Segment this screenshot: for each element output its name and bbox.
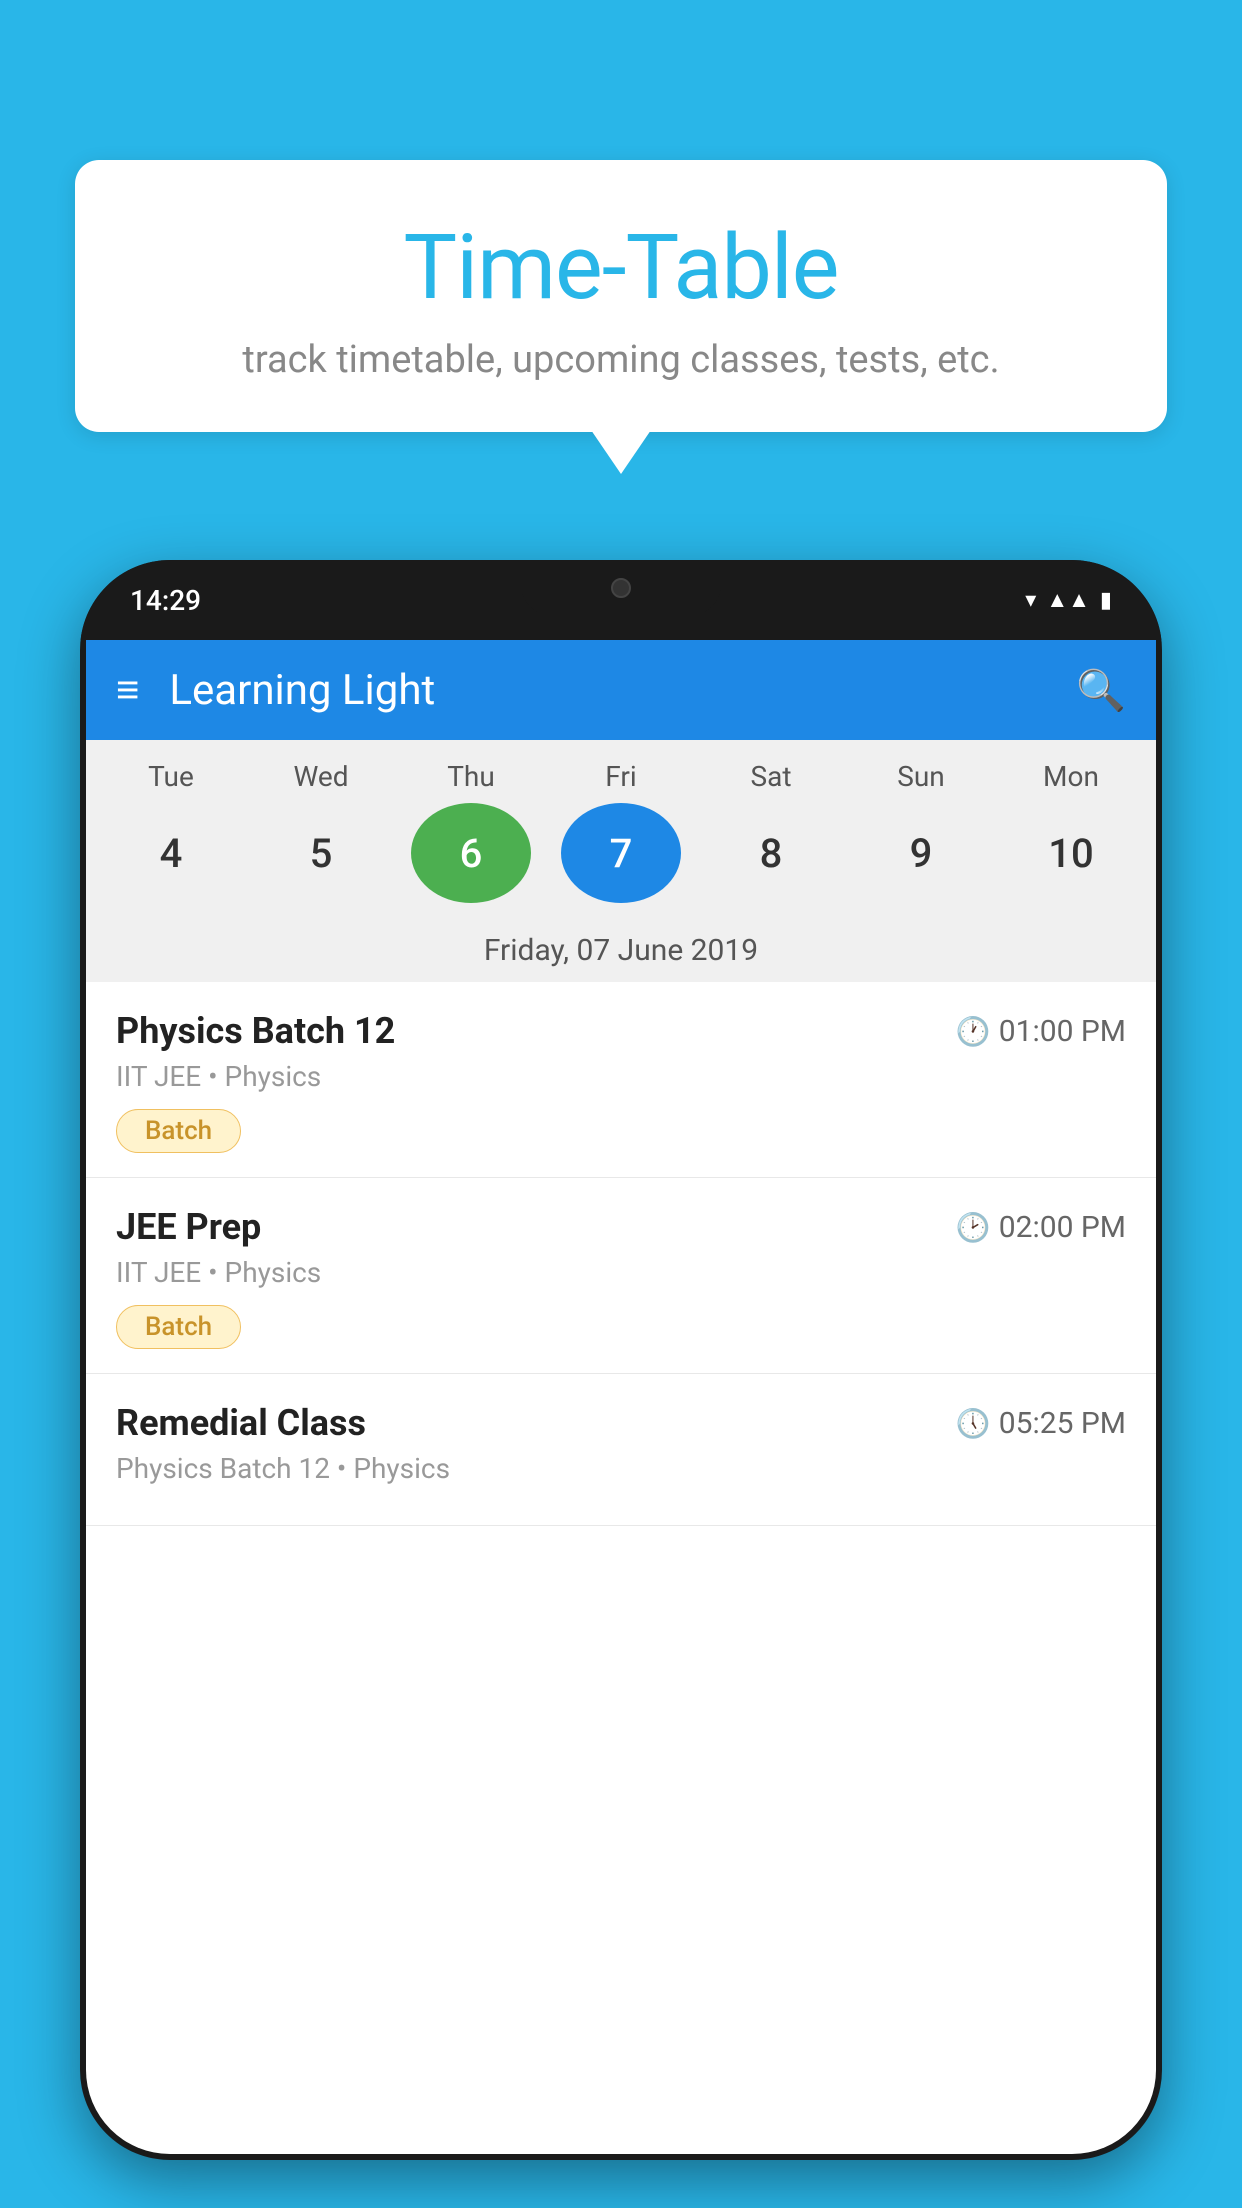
batch-tag-1: Batch — [116, 1109, 241, 1153]
schedule-item-2-title: JEE Prep — [116, 1206, 261, 1248]
app-title: Learning Light — [169, 666, 1076, 715]
schedule-list: Physics Batch 12 🕐 01:00 PM IIT JEE • Ph… — [86, 982, 1156, 1526]
clock-icon-2: 🕑 — [956, 1211, 991, 1244]
schedule-item-2-subtitle: IIT JEE • Physics — [116, 1256, 1126, 1289]
phone-notch — [521, 560, 721, 615]
day-7-selected[interactable]: 7 — [561, 803, 681, 903]
search-icon[interactable]: 🔍 — [1076, 667, 1126, 714]
clock-icon-1: 🕐 — [956, 1015, 991, 1048]
schedule-item-3[interactable]: Remedial Class 🕔 05:25 PM Physics Batch … — [86, 1374, 1156, 1526]
status-time: 14:29 — [130, 584, 201, 617]
day-5[interactable]: 5 — [261, 803, 381, 903]
day-label-thu: Thu — [411, 760, 531, 793]
bubble-subtitle: track timetable, upcoming classes, tests… — [115, 338, 1127, 382]
phone-screen: ≡ Learning Light 🔍 Tue Wed Thu Fri Sat S… — [86, 640, 1156, 2154]
day-4[interactable]: 4 — [111, 803, 231, 903]
day-label-tue: Tue — [111, 760, 231, 793]
app-header: ≡ Learning Light 🔍 — [86, 640, 1156, 740]
day-label-mon: Mon — [1011, 760, 1131, 793]
status-bar: 14:29 ▾ ▲▲ ▮ — [80, 560, 1162, 640]
day-9[interactable]: 9 — [861, 803, 981, 903]
day-label-sat: Sat — [711, 760, 831, 793]
schedule-item-3-subtitle: Physics Batch 12 • Physics — [116, 1452, 1126, 1485]
signal-icon: ▲▲ — [1046, 587, 1090, 613]
wifi-icon: ▾ — [1025, 588, 1036, 613]
day-label-wed: Wed — [261, 760, 381, 793]
phone-frame: 14:29 ▾ ▲▲ ▮ ≡ Learning Light 🔍 Tue Wed … — [80, 560, 1162, 2160]
day-10[interactable]: 10 — [1011, 803, 1131, 903]
schedule-item-1-time: 🕐 01:00 PM — [956, 1014, 1126, 1049]
day-8[interactable]: 8 — [711, 803, 831, 903]
status-icons: ▾ ▲▲ ▮ — [1025, 587, 1112, 613]
day-numbers: 4 5 6 7 8 9 10 — [96, 803, 1146, 903]
day-labels: Tue Wed Thu Fri Sat Sun Mon — [96, 760, 1146, 793]
clock-icon-3: 🕔 — [956, 1407, 991, 1440]
calendar-strip: Tue Wed Thu Fri Sat Sun Mon 4 5 6 7 8 9 … — [86, 740, 1156, 982]
front-camera — [611, 578, 631, 598]
schedule-item-1-title: Physics Batch 12 — [116, 1010, 395, 1052]
schedule-item-1-subtitle: IIT JEE • Physics — [116, 1060, 1126, 1093]
schedule-item-2-header: JEE Prep 🕑 02:00 PM — [116, 1206, 1126, 1248]
schedule-item-2-time: 🕑 02:00 PM — [956, 1210, 1126, 1245]
day-label-fri: Fri — [561, 760, 681, 793]
schedule-item-1-header: Physics Batch 12 🕐 01:00 PM — [116, 1010, 1126, 1052]
schedule-item-3-time: 🕔 05:25 PM — [956, 1406, 1126, 1441]
day-6-today[interactable]: 6 — [411, 803, 531, 903]
batch-tag-2: Batch — [116, 1305, 241, 1349]
schedule-item-2[interactable]: JEE Prep 🕑 02:00 PM IIT JEE • Physics Ba… — [86, 1178, 1156, 1374]
day-label-sun: Sun — [861, 760, 981, 793]
bubble-title: Time-Table — [115, 215, 1127, 320]
schedule-item-1[interactable]: Physics Batch 12 🕐 01:00 PM IIT JEE • Ph… — [86, 982, 1156, 1178]
schedule-item-3-header: Remedial Class 🕔 05:25 PM — [116, 1402, 1126, 1444]
speech-bubble: Time-Table track timetable, upcoming cla… — [75, 160, 1167, 432]
selected-date-label: Friday, 07 June 2019 — [96, 919, 1146, 982]
battery-icon: ▮ — [1100, 588, 1112, 613]
menu-icon[interactable]: ≡ — [116, 670, 139, 710]
schedule-item-3-title: Remedial Class — [116, 1402, 366, 1444]
